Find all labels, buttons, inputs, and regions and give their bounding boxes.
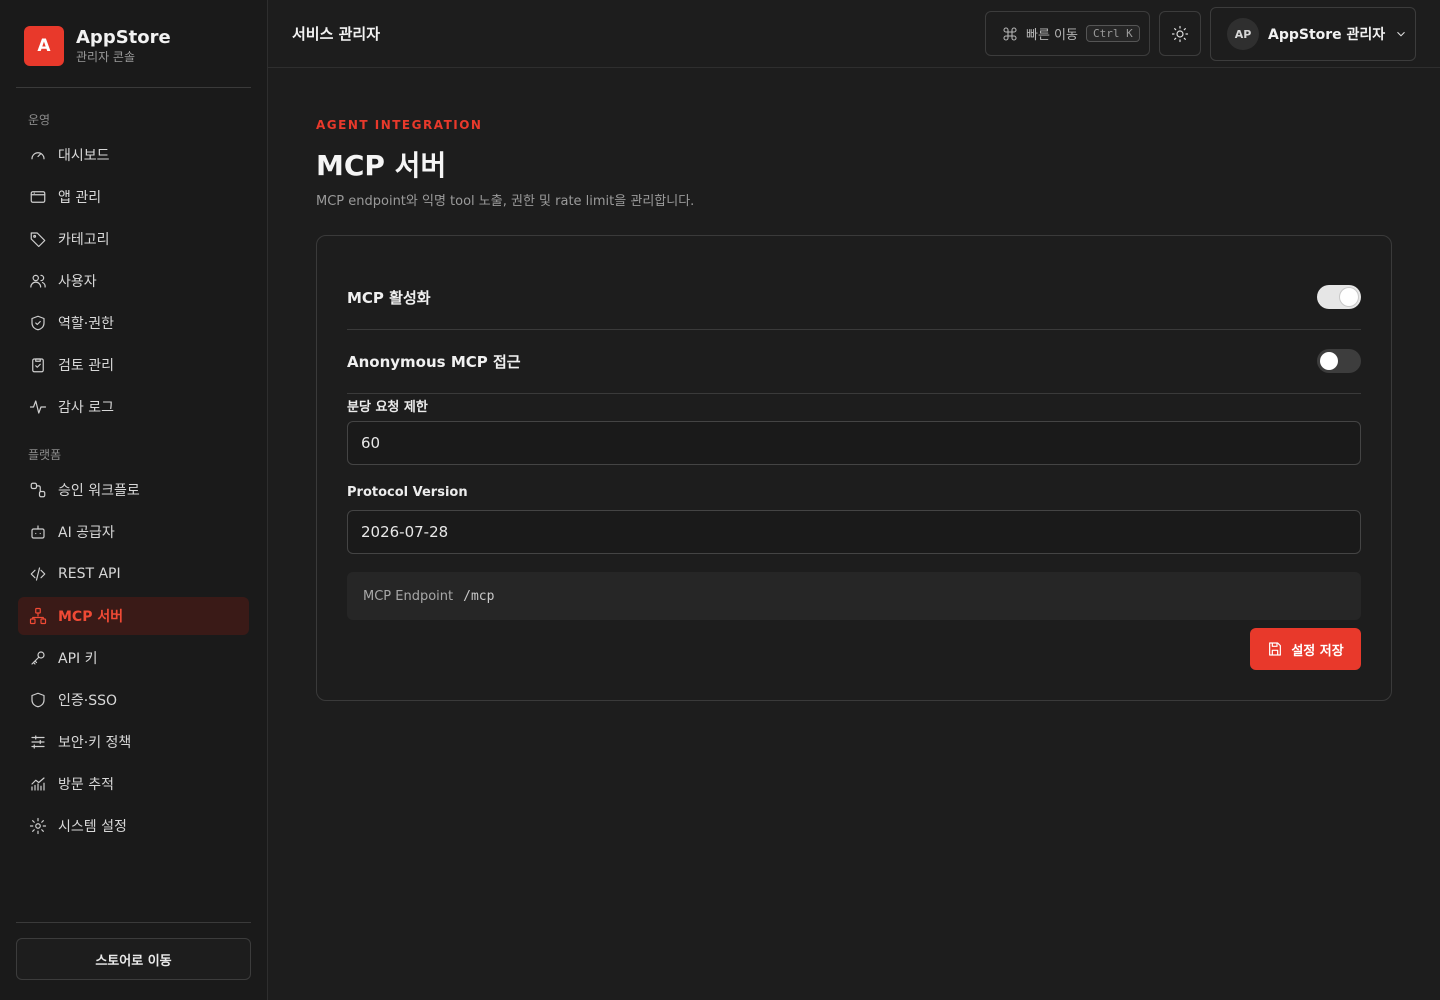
mcp-enabled-label: MCP 활성화 xyxy=(347,288,431,307)
header-title: 서비스 관리자 xyxy=(292,25,381,43)
sidebar-item-label: MCP 서버 xyxy=(58,609,124,625)
sidebar-item-label: 대시보드 xyxy=(58,148,110,164)
shield-check-icon xyxy=(31,315,45,331)
save-settings-button[interactable]: 설정 저장 xyxy=(1250,628,1361,670)
sidebar-item-label: 보안·키 정책 xyxy=(58,735,132,751)
sidebar-item-label: 감사 로그 xyxy=(58,400,114,416)
sidebar-item-categories[interactable]: 카테고리 xyxy=(18,220,249,258)
go-to-store-button[interactable]: 스토어로 이동 xyxy=(16,938,251,980)
sidebar-item-users[interactable]: 사용자 xyxy=(18,262,249,300)
protocol-version-label: Protocol Version xyxy=(347,485,468,500)
quick-nav-label: 빠른 이동 xyxy=(1026,28,1078,43)
mcp-endpoint-box: MCP Endpoint /mcp xyxy=(347,572,1361,620)
mcp-endpoint-path: /mcp xyxy=(463,588,495,604)
chevron-down-icon xyxy=(1397,31,1406,37)
mcp-enabled-toggle[interactable] xyxy=(1317,285,1361,309)
sidebar-item-auth-sso[interactable]: 인증·SSO xyxy=(18,681,249,719)
sidebar-item-label: 검토 관리 xyxy=(58,358,114,374)
sidebar-divider-bottom xyxy=(16,922,251,923)
save-icon xyxy=(1269,642,1282,656)
rate-limit-input[interactable]: 60 xyxy=(347,421,1361,465)
sidebar-item-audit-log[interactable]: 감사 로그 xyxy=(18,388,249,426)
mcp-endpoint-label: MCP Endpoint xyxy=(363,588,454,604)
sidebar-item-security-policy[interactable]: 보안·키 정책 xyxy=(18,723,249,761)
gauge-icon xyxy=(31,152,45,160)
sidebar-section-operations: 운영 xyxy=(28,113,51,127)
network-icon xyxy=(29,607,47,625)
sidebar-item-apps[interactable]: 앱 관리 xyxy=(18,178,249,216)
sidebar-item-label: 카테고리 xyxy=(58,232,110,248)
brand[interactable]: A AppStore 관리자 콘솔 xyxy=(24,26,171,66)
divider xyxy=(347,329,1361,330)
users-icon xyxy=(30,274,46,288)
sidebar-item-label: REST API xyxy=(58,566,121,582)
sidebar-item-roles[interactable]: 역할·권한 xyxy=(18,304,249,342)
activity-icon xyxy=(29,400,47,414)
sidebar-item-ai-providers[interactable]: AI 공급자 xyxy=(18,513,249,551)
quick-nav-shortcut: Ctrl K xyxy=(1085,25,1140,42)
page-title: MCP 서버 xyxy=(316,149,447,182)
sidebar-item-approval-workflow[interactable]: 승인 워크플로 xyxy=(18,471,249,509)
key-icon xyxy=(31,651,45,665)
chart-icon xyxy=(31,777,45,791)
avatar: AP xyxy=(1227,18,1259,50)
bot-icon xyxy=(31,525,45,539)
mcp-enabled-row: MCP 활성화 xyxy=(347,285,1361,309)
sidebar-item-label: 인증·SSO xyxy=(58,693,118,709)
brand-subtitle: 관리자 콘솔 xyxy=(76,50,136,64)
workflow-icon xyxy=(30,482,46,498)
top-header: 서비스 관리자 빠른 이동 Ctrl K AP AppStore 관리자 xyxy=(268,0,1440,68)
sun-icon xyxy=(1171,25,1189,42)
sidebar-section-platform: 플랫폼 xyxy=(28,448,62,462)
protocol-version-input[interactable]: 2026-07-28 xyxy=(347,510,1361,554)
rate-limit-label: 분당 요청 제한 xyxy=(347,400,428,415)
user-name: AppStore 관리자 xyxy=(1268,27,1386,43)
brand-title: AppStore xyxy=(76,27,171,48)
anonymous-access-row: Anonymous MCP 접근 xyxy=(347,349,1361,373)
sidebar-item-mcp-server[interactable]: MCP 서버 xyxy=(18,597,249,635)
sidebar-item-reviews[interactable]: 검토 관리 xyxy=(18,346,249,384)
sidebar-item-rest-api[interactable]: REST API xyxy=(18,555,249,593)
mcp-settings-card: MCP 활성화 Anonymous MCP 접근 분당 요청 제한 60 Pro… xyxy=(316,235,1392,701)
user-menu-button[interactable]: AP AppStore 관리자 xyxy=(1210,7,1416,61)
sidebar-item-label: 승인 워크플로 xyxy=(58,483,140,499)
clipboard-check-icon xyxy=(32,358,44,373)
tag-icon xyxy=(30,232,46,248)
save-settings-label: 설정 저장 xyxy=(1291,643,1344,659)
anonymous-access-toggle[interactable] xyxy=(1317,349,1361,373)
sidebar: A AppStore 관리자 콘솔 운영 대시보드 앱 관리 카테고리 사용자 … xyxy=(0,0,268,1000)
theme-toggle-button[interactable] xyxy=(1159,11,1201,56)
shield-icon xyxy=(31,692,45,708)
sidebar-divider-top xyxy=(16,87,251,88)
page-eyebrow: AGENT INTEGRATION xyxy=(316,118,483,132)
sidebar-item-label: 시스템 설정 xyxy=(58,819,127,835)
sidebar-item-label: 사용자 xyxy=(58,274,97,290)
sidebar-item-label: 앱 관리 xyxy=(58,190,102,206)
sidebar-item-dashboard[interactable]: 대시보드 xyxy=(18,136,249,174)
sidebar-item-label: 역할·권한 xyxy=(58,316,114,332)
anonymous-access-label: Anonymous MCP 접근 xyxy=(347,352,521,371)
sidebar-item-api-keys[interactable]: API 키 xyxy=(18,639,249,677)
divider xyxy=(347,393,1361,394)
sidebar-item-label: 방문 추적 xyxy=(58,777,114,793)
sidebar-item-label: API 키 xyxy=(58,651,98,667)
sliders-icon xyxy=(31,735,45,749)
command-icon xyxy=(1003,27,1017,40)
window-icon xyxy=(30,191,46,203)
brand-logo: A xyxy=(24,26,64,66)
quick-nav-button[interactable]: 빠른 이동 Ctrl K xyxy=(985,11,1150,56)
page-description: MCP endpoint와 익명 tool 노출, 권한 및 rate limi… xyxy=(316,194,695,209)
gear-icon xyxy=(29,817,47,835)
sidebar-item-visit-tracking[interactable]: 방문 추적 xyxy=(18,765,249,803)
code-icon xyxy=(30,567,46,581)
sidebar-item-system-settings[interactable]: 시스템 설정 xyxy=(18,807,249,845)
sidebar-item-label: AI 공급자 xyxy=(58,525,115,541)
